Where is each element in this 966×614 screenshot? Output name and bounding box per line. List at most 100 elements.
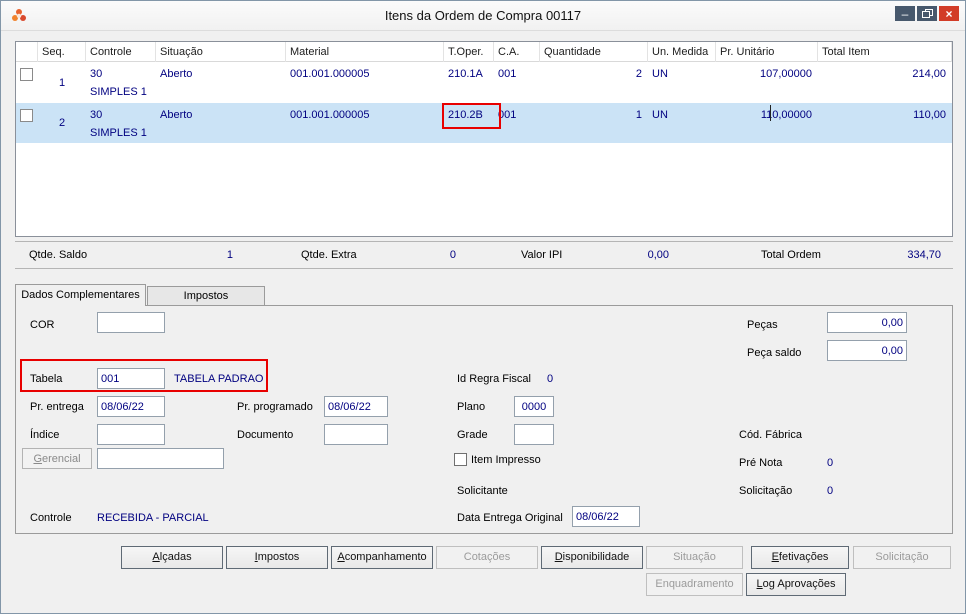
cell-total-item: 110,00: [913, 109, 946, 121]
valor-ipi-label: Valor IPI: [521, 249, 563, 261]
qtde-saldo-value: 1: [226, 249, 233, 261]
peca-saldo-input[interactable]: [827, 340, 907, 361]
cell-toper: 210.2B: [448, 109, 483, 121]
cell-total-item: 214,00: [912, 68, 946, 80]
minimize-icon: –: [901, 6, 909, 21]
pre-nota-label: Pré Nota: [739, 457, 783, 469]
item-impresso-label: Item Impresso: [471, 453, 541, 466]
solicitacao-label: Solicitação: [739, 485, 793, 497]
summary-bar: Qtde. Saldo 1 Qtde. Extra 0 Valor IPI 0,…: [15, 241, 953, 269]
solicitacao-button: Solicitação: [853, 546, 951, 569]
col-header-quantidade: Quantidade: [540, 42, 648, 62]
plano-input[interactable]: [514, 396, 554, 417]
tabela-label: Tabela: [30, 373, 63, 385]
window-controls: – ×: [895, 6, 959, 21]
controle-line1: 30: [90, 68, 103, 80]
item-impresso-checkbox[interactable]: Item Impresso: [454, 452, 541, 467]
situacao-button-label: Situação: [673, 551, 716, 563]
indice-input[interactable]: [97, 424, 165, 445]
pr-programado-label: Pr. programado: [237, 401, 313, 413]
cor-label: COR: [30, 319, 55, 331]
efetivacoes-button[interactable]: Efetivações: [751, 546, 849, 569]
impostos-button-label: Impostos: [254, 551, 300, 563]
tab-dados-complementares-label: Dados Complementares: [21, 289, 140, 301]
col-header-seq: Seq.: [38, 42, 86, 62]
cell-controle: 30 SIMPLES 1: [86, 66, 156, 100]
tab-dados-complementares[interactable]: Dados Complementares: [15, 284, 146, 306]
cell-material: 001.001.000005: [290, 109, 370, 121]
pre-nota-value: 0: [827, 457, 834, 469]
row-checkbox[interactable]: [20, 109, 33, 122]
acompanhamento-button-label: Acompanhamento: [337, 551, 427, 563]
data-entrega-original-input[interactable]: [572, 506, 640, 527]
plano-label: Plano: [457, 401, 486, 413]
cell-ca: 001: [498, 68, 517, 80]
close-icon: ×: [945, 6, 953, 21]
total-ordem-value: 334,70: [907, 249, 941, 261]
situacao-button: Situação: [646, 546, 743, 569]
pecas-label: Peças: [747, 319, 778, 331]
cell-un-medida: UN: [652, 68, 668, 80]
documento-label: Documento: [237, 429, 294, 441]
cotacoes-button-label: Cotações: [463, 551, 511, 563]
col-header-material: Material: [286, 42, 444, 62]
col-header-checkbox: [16, 42, 38, 62]
documento-input[interactable]: [324, 424, 388, 445]
pr-entrega-input[interactable]: [97, 396, 165, 417]
gerencial-input[interactable]: [97, 448, 224, 469]
col-header-controle: Controle: [86, 42, 156, 62]
qtde-extra-value: 0: [449, 249, 456, 261]
grade-input[interactable]: [514, 424, 554, 445]
cor-input[interactable]: [97, 312, 165, 333]
controle-line1: 30: [90, 109, 103, 121]
alcadas-button[interactable]: Alçadas: [121, 546, 223, 569]
disponibilidade-button-label: Disponibilidade: [554, 551, 630, 563]
alcadas-button-label: Alçadas: [152, 551, 192, 563]
id-regra-fiscal-label: Id Regra Fiscal: [457, 373, 531, 385]
log-aprovacoes-button-label: Log Aprovações: [756, 578, 836, 590]
grid-header: Seq. Controle Situação Material T.Oper. …: [16, 42, 952, 62]
pr-programado-input[interactable]: [324, 396, 388, 417]
dados-complementares-panel: COR Peças Peça saldo Tabela TABELA PADRA…: [15, 305, 953, 534]
tab-impostos-label: Impostos: [183, 290, 229, 302]
col-header-situacao: Situação: [156, 42, 286, 62]
gerencial-button[interactable]: Gerencial: [22, 448, 92, 469]
items-grid: Seq. Controle Situação Material T.Oper. …: [15, 41, 953, 237]
controle-line2: SIMPLES 1: [90, 86, 147, 98]
checkbox-icon: [454, 453, 467, 466]
efetivacoes-button-label: Efetivações: [771, 551, 829, 563]
disponibilidade-button[interactable]: Disponibilidade: [541, 546, 643, 569]
controle-value: RECEBIDA - PARCIAL: [97, 512, 209, 524]
row-checkbox[interactable]: [20, 68, 33, 81]
solicitante-label: Solicitante: [457, 485, 508, 497]
enquadramento-button-label: Enquadramento: [655, 578, 734, 590]
solicitacao-button-label: Solicitação: [875, 551, 929, 563]
cell-situacao: Aberto: [160, 68, 193, 80]
col-header-pr-unitario: Pr. Unitário: [716, 42, 818, 62]
tab-impostos[interactable]: Impostos: [147, 286, 265, 305]
restore-button[interactable]: [917, 6, 937, 21]
pecas-input[interactable]: [827, 312, 907, 333]
col-header-toper: T.Oper.: [444, 42, 494, 62]
valor-ipi-value: 0,00: [647, 249, 669, 261]
text-cursor: [770, 105, 771, 121]
controle-label: Controle: [30, 512, 72, 524]
table-row-selected[interactable]: 2 30 SIMPLES 1 Aberto 001.001.000005 210…: [16, 103, 952, 143]
grade-label: Grade: [457, 429, 488, 441]
cell-material: 001.001.000005: [290, 68, 370, 80]
qtde-extra-label: Qtde. Extra: [301, 249, 357, 261]
impostos-button[interactable]: Impostos: [226, 546, 328, 569]
tabela-input[interactable]: [97, 368, 165, 389]
cotacoes-button: Cotações: [436, 546, 538, 569]
total-ordem-label: Total Ordem: [761, 249, 821, 261]
col-header-ca: C.A.: [494, 42, 540, 62]
log-aprovacoes-button[interactable]: Log Aprovações: [746, 573, 846, 596]
close-button[interactable]: ×: [939, 6, 959, 21]
gerencial-button-label: Gerencial: [33, 453, 81, 465]
acompanhamento-button[interactable]: Acompanhamento: [331, 546, 433, 569]
cell-toper: 210.1A: [448, 68, 483, 80]
minimize-button[interactable]: –: [895, 6, 915, 21]
table-row[interactable]: 1 30 SIMPLES 1 Aberto 001.001.000005 210…: [16, 62, 952, 103]
controle-line2: SIMPLES 1: [90, 127, 147, 139]
titlebar: Itens da Ordem de Compra 00117 – ×: [1, 1, 965, 31]
